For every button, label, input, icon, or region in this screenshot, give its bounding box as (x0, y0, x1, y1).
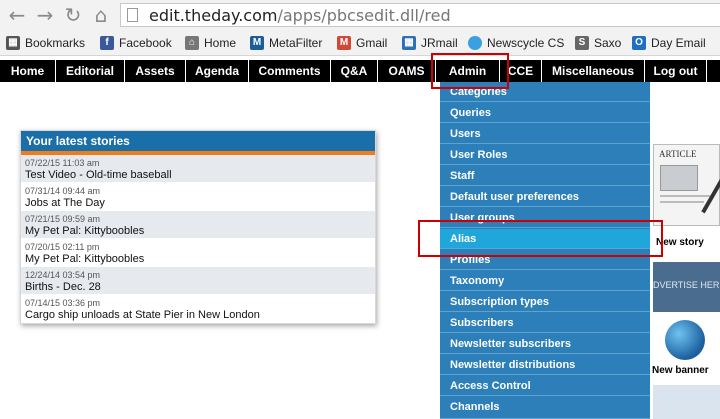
metafilter-icon: M (250, 36, 264, 50)
menu-item-users[interactable]: Users (440, 124, 650, 144)
latest-stories-title: Your latest stories (21, 131, 375, 151)
menu-item-subscribers[interactable]: Subscribers (440, 313, 650, 333)
story-row[interactable]: 12/24/14 03:54 pm Births - Dec. 28 (21, 267, 375, 295)
article-label: ARTICLE (659, 149, 697, 159)
menu-item-user-roles[interactable]: User Roles (440, 145, 650, 165)
home-icon: ⌂ (185, 36, 199, 50)
bookmark-label: Newscycle CS (487, 36, 565, 50)
story-row[interactable]: 07/14/15 03:36 pm Cargo ship unloads at … (21, 295, 375, 323)
gmail-icon: M (337, 36, 351, 50)
story-title[interactable]: Births - Dec. 28 (25, 281, 375, 294)
address-bar[interactable]: edit.theday.com/apps/pbcsedit.dll/red (120, 3, 720, 27)
nav-logout[interactable]: Log out (645, 60, 707, 82)
bookmark-label: Saxo (594, 36, 622, 50)
story-title[interactable]: My Pet Pal: Kittyboobles (25, 225, 375, 238)
outlook-icon: O (632, 36, 646, 50)
main-nav: Home Editorial Assets Agenda Comments Q&… (0, 60, 720, 82)
advertise-label: DVERTISE HER (653, 280, 720, 290)
article-line (660, 195, 710, 197)
grid-icon: ▦ (402, 36, 416, 50)
article-image-icon (660, 165, 698, 191)
menu-item-subscription-types[interactable]: Subscription types (440, 292, 650, 312)
url-host: edit.theday.com (149, 6, 278, 25)
bookmarks-bar: ▦ Bookmarks f Facebook ⌂ Home M MetaFilt… (0, 30, 720, 56)
nav-editorial[interactable]: Editorial (56, 60, 125, 82)
menu-item-newsletter-distributions[interactable]: Newsletter distributions (440, 355, 650, 375)
nav-oams[interactable]: OAMS (378, 60, 436, 82)
menu-item-queries[interactable]: Queries (440, 103, 650, 123)
story-date: 07/22/15 11:03 am (25, 158, 100, 168)
new-story-tile[interactable]: ARTICLE (653, 144, 720, 226)
nav-comments[interactable]: Comments (249, 60, 331, 82)
story-row[interactable]: 07/31/14 09:44 am Jobs at The Day (21, 183, 375, 211)
nav-agenda[interactable]: Agenda (186, 60, 249, 82)
bookmark-label: Facebook (119, 36, 172, 50)
menu-item-access-control[interactable]: Access Control (440, 376, 650, 396)
browser-toolbar: ← → ↻ ⌂ edit.theday.com/apps/pbcsedit.dl… (0, 0, 720, 30)
cloud-icon (468, 36, 482, 50)
bookmark-bookmarks[interactable]: ▦ Bookmarks (6, 34, 85, 52)
story-title[interactable]: Test Video - Old-time baseball (25, 169, 375, 182)
facebook-icon: f (100, 36, 114, 50)
story-date: 07/14/15 03:36 pm (25, 298, 101, 308)
bookmark-label: Day Email (651, 36, 706, 50)
home-icon[interactable]: ⌂ (90, 4, 112, 26)
nav-miscellaneous[interactable]: Miscellaneous (542, 60, 645, 82)
menu-item-taxonomy[interactable]: Taxonomy (440, 271, 650, 291)
bookmark-day-email[interactable]: O Day Email (632, 34, 706, 52)
article-line (660, 201, 704, 203)
nav-home[interactable]: Home (0, 60, 56, 82)
bookmark-label: Gmail (356, 36, 388, 50)
bookmark-label: Home (204, 36, 237, 50)
bookmark-label: MetaFilter (269, 36, 323, 50)
story-date: 07/20/15 02:11 pm (25, 242, 100, 252)
url-text[interactable]: edit.theday.com/apps/pbcsedit.dll/red (149, 6, 451, 25)
story-title[interactable]: My Pet Pal: Kittyboobles (25, 253, 375, 266)
story-row[interactable]: 07/22/15 11:03 am Test Video - Old-time … (21, 155, 375, 183)
bookmark-label: JRmail (421, 36, 458, 50)
alias-highlight-box (418, 220, 663, 257)
saxo-icon: S (575, 36, 589, 50)
story-row[interactable]: 07/20/15 02:11 pm My Pet Pal: Kittyboobl… (21, 239, 375, 267)
nav-assets[interactable]: Assets (125, 60, 186, 82)
page-icon (127, 8, 138, 22)
forward-arrow-icon[interactable]: → (34, 4, 56, 26)
bookmark-facebook[interactable]: f Facebook (100, 34, 172, 52)
bookmark-home[interactable]: ⌂ Home (185, 34, 236, 52)
admin-highlight-box (431, 53, 509, 89)
nav-qa[interactable]: Q&A (331, 60, 378, 82)
new-story-label[interactable]: New story (656, 237, 704, 248)
advertise-tile[interactable]: DVERTISE HER (653, 262, 720, 312)
bookmark-jrmail[interactable]: ▦ JRmail (402, 34, 458, 52)
story-date: 12/24/14 03:54 pm (25, 270, 101, 280)
apps-grid-icon: ▦ (6, 36, 20, 50)
reload-icon[interactable]: ↻ (62, 4, 84, 26)
bookmark-saxo[interactable]: S Saxo (575, 34, 621, 52)
bookmark-gmail[interactable]: M Gmail (337, 34, 387, 52)
bookmark-label: Bookmarks (25, 36, 86, 50)
new-banner-tile[interactable] (653, 318, 720, 360)
menu-item-newsletter-subscribers[interactable]: Newsletter subscribers (440, 334, 650, 354)
menu-item-staff[interactable]: Staff (440, 166, 650, 186)
story-row[interactable]: 07/21/15 09:59 am My Pet Pal: Kittyboobl… (21, 211, 375, 239)
side-image-tile[interactable] (653, 385, 720, 419)
menu-item-default-user-preferences[interactable]: Default user preferences (440, 187, 650, 207)
new-banner-label[interactable]: New banner (652, 365, 709, 376)
bookmark-metafilter[interactable]: M MetaFilter (250, 34, 322, 52)
story-date: 07/21/15 09:59 am (25, 214, 101, 224)
bookmark-newscycle[interactable]: Newscycle CS (468, 34, 564, 52)
menu-item-channels[interactable]: Channels (440, 397, 650, 419)
story-title[interactable]: Cargo ship unloads at State Pier in New … (25, 309, 375, 322)
story-title[interactable]: Jobs at The Day (25, 197, 375, 210)
latest-stories-panel: Your latest stories 07/22/15 11:03 am Te… (20, 130, 376, 324)
back-arrow-icon[interactable]: ← (6, 4, 28, 26)
story-date: 07/31/14 09:44 am (25, 186, 101, 196)
globe-icon (665, 320, 705, 360)
url-path: /apps/pbcsedit.dll/red (277, 6, 451, 25)
